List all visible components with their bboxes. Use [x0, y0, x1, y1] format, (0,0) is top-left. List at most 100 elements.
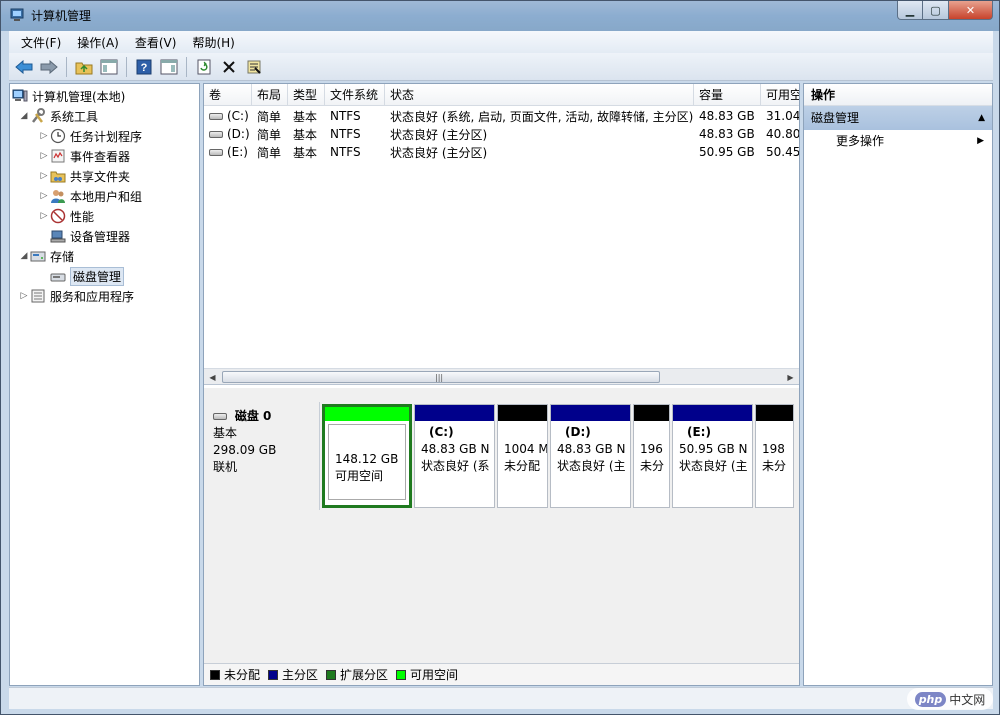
legend-item-primary: 主分区 [268, 666, 318, 683]
volume-capacity: 48.83 GB [699, 127, 755, 141]
minimize-button[interactable]: ▁ [897, 1, 923, 20]
clock-icon [50, 128, 66, 144]
menu-action[interactable]: 操作(A) [69, 34, 127, 51]
volume-status: 状态良好 (主分区) [390, 127, 488, 142]
tree-item-disk-management[interactable]: 磁盘管理 [50, 266, 125, 286]
volume-row[interactable]: (E:) 简单 基本 NTFS 状态良好 (主分区) 50.95 GB 50.4… [204, 143, 799, 161]
menu-file[interactable]: 文件(F) [13, 34, 69, 51]
partition-unallocated[interactable]: 1004 M 未分配 [497, 404, 548, 508]
tree-item-performance[interactable]: ▷ 性能 [38, 207, 94, 225]
tree-item-shared-folders[interactable]: ▷ 共享文件夹 [38, 167, 130, 185]
partition-e[interactable]: (E:) 50.95 GB N 状态良好 (主 [672, 404, 753, 508]
tree-item-device-manager[interactable]: 设备管理器 [50, 227, 130, 245]
volume-row[interactable]: (C:) 简单 基本 NTFS 状态良好 (系统, 启动, 页面文件, 活动, … [204, 107, 799, 125]
column-header-filesystem[interactable]: 文件系统 [325, 84, 385, 106]
horizontal-scrollbar[interactable]: ◀ ||| ▶ [204, 368, 799, 385]
column-header-type[interactable]: 类型 [288, 84, 325, 106]
disk-size: 298.09 GB [213, 443, 277, 457]
help-icon[interactable]: ? [133, 56, 155, 78]
legend-label: 可用空间 [410, 668, 459, 682]
tree-item-system-tools[interactable]: ◢ 系统工具 [18, 107, 98, 125]
properties-icon[interactable] [243, 56, 265, 78]
tree-item-root[interactable]: 计算机管理(本地) [12, 87, 125, 105]
partition-color-bar [673, 405, 752, 421]
maximize-button[interactable]: ▢ [923, 1, 949, 20]
more-actions-item[interactable]: 更多操作 ▶ [804, 130, 992, 152]
column-header-status[interactable]: 状态 [385, 84, 694, 106]
collapse-up-icon[interactable]: ▲ [978, 106, 985, 130]
tree-item-event-viewer[interactable]: ▷ 事件查看器 [38, 147, 130, 165]
partition-status: 状态良好 (主 [557, 459, 626, 473]
close-button[interactable]: ✕ [949, 1, 993, 20]
volume-name: (D:) [227, 127, 250, 141]
collapsed-arrow-icon[interactable]: ▷ [38, 211, 50, 221]
partition-color-bar [325, 407, 409, 421]
legend-item-unallocated: 未分配 [210, 666, 260, 683]
delete-icon[interactable] [218, 56, 240, 78]
disk-management-icon [50, 268, 66, 284]
partition-legend: 未分配 主分区 扩展分区 可用空间 [204, 663, 799, 685]
actions-section-disk-management[interactable]: 磁盘管理 ▲ [804, 106, 992, 130]
status-bar [9, 687, 993, 709]
volume-filesystem: NTFS [330, 127, 361, 141]
menu-help[interactable]: 帮助(H) [184, 34, 242, 51]
column-header-capacity[interactable]: 容量 [694, 84, 761, 106]
partition-unallocated[interactable]: 196 未分 [633, 404, 670, 508]
up-folder-icon[interactable] [73, 56, 95, 78]
menu-bar: 文件(F) 操作(A) 查看(V) 帮助(H) [9, 31, 993, 53]
collapsed-arrow-icon[interactable]: ▷ [18, 291, 30, 301]
performance-icon [50, 208, 66, 224]
partition-status: 状态良好 (系 [421, 459, 490, 473]
shared-folder-icon [50, 168, 66, 184]
partition-size: 50.95 GB N [679, 442, 748, 456]
expanded-arrow-icon[interactable]: ◢ [18, 111, 30, 121]
volume-capacity: 50.95 GB [699, 145, 755, 159]
tree-label-root: 计算机管理(本地) [32, 89, 126, 104]
forward-arrow-icon[interactable] [38, 56, 60, 78]
partition-unallocated[interactable]: 198 未分 [755, 404, 794, 508]
scroll-left-icon[interactable]: ◀ [204, 369, 221, 385]
disk-graphical-view: 磁盘 0 基本 298.09 GB 联机 148.12 GB 可用空间 (C:)… [204, 388, 799, 685]
legend-swatch [210, 669, 220, 680]
tree-label-event-viewer: 事件查看器 [70, 149, 131, 164]
volume-row[interactable]: (D:) 简单 基本 NTFS 状态良好 (主分区) 48.83 GB 40.8… [204, 125, 799, 143]
show-hide-tree-icon[interactable] [98, 56, 120, 78]
partition-color-bar [756, 405, 793, 421]
title-bar[interactable]: 计算机管理 ▁ ▢ ✕ [1, 1, 999, 31]
column-header-free-space[interactable]: 可用空 [761, 84, 799, 106]
column-header-volume[interactable]: 卷 [204, 84, 252, 106]
disk-management-pane: 卷 布局 类型 文件系统 状态 容量 可用空 (C:) 简单 基本 NTFS 状… [203, 83, 800, 686]
collapsed-arrow-icon[interactable]: ▷ [38, 151, 50, 161]
column-header-layout[interactable]: 布局 [252, 84, 288, 106]
tree-label-shared-folders: 共享文件夹 [70, 169, 131, 184]
tree-item-task-scheduler[interactable]: ▷ 任务计划程序 [38, 127, 142, 145]
collapsed-arrow-icon[interactable]: ▷ [38, 191, 50, 201]
collapsed-arrow-icon[interactable]: ▷ [38, 131, 50, 141]
partition-c[interactable]: (C:) 48.83 GB N 状态良好 (系 [414, 404, 495, 508]
disk-info[interactable]: 磁盘 0 基本 298.09 GB 联机 [204, 402, 320, 510]
partition-status: 未分 [762, 459, 787, 473]
back-arrow-icon[interactable] [13, 56, 35, 78]
tree-item-storage[interactable]: ◢ 存储 [18, 247, 74, 265]
disk-icon [213, 413, 227, 420]
scrollbar-thumb[interactable]: ||| [222, 371, 660, 383]
collapsed-arrow-icon[interactable]: ▷ [38, 171, 50, 181]
partition-status: 状态良好 (主 [679, 459, 748, 473]
tree-item-services-apps[interactable]: ▷ 服务和应用程序 [18, 287, 134, 305]
submenu-arrow-icon: ▶ [977, 136, 984, 146]
actions-section-label: 磁盘管理 [811, 111, 860, 125]
menu-view[interactable]: 查看(V) [127, 34, 185, 51]
tree-item-local-users[interactable]: ▷ 本地用户和组 [38, 187, 142, 205]
scroll-right-icon[interactable]: ▶ [782, 369, 799, 385]
partition-d[interactable]: (D:) 48.83 GB N 状态良好 (主 [550, 404, 631, 508]
tree-label-performance: 性能 [70, 209, 95, 224]
expanded-arrow-icon[interactable]: ◢ [18, 251, 30, 261]
tree-label-system-tools: 系统工具 [50, 109, 99, 124]
computer-icon [12, 88, 28, 104]
volume-capacity: 48.83 GB [699, 109, 755, 123]
partition-free-space[interactable]: 148.12 GB 可用空间 [322, 404, 412, 508]
partition-strip: 148.12 GB 可用空间 (C:) 48.83 GB N 状态良好 (系 1… [322, 404, 794, 508]
refresh-icon[interactable] [193, 56, 215, 78]
show-hide-action-pane-icon[interactable] [158, 56, 180, 78]
volume-free: 31.04 [766, 109, 799, 123]
